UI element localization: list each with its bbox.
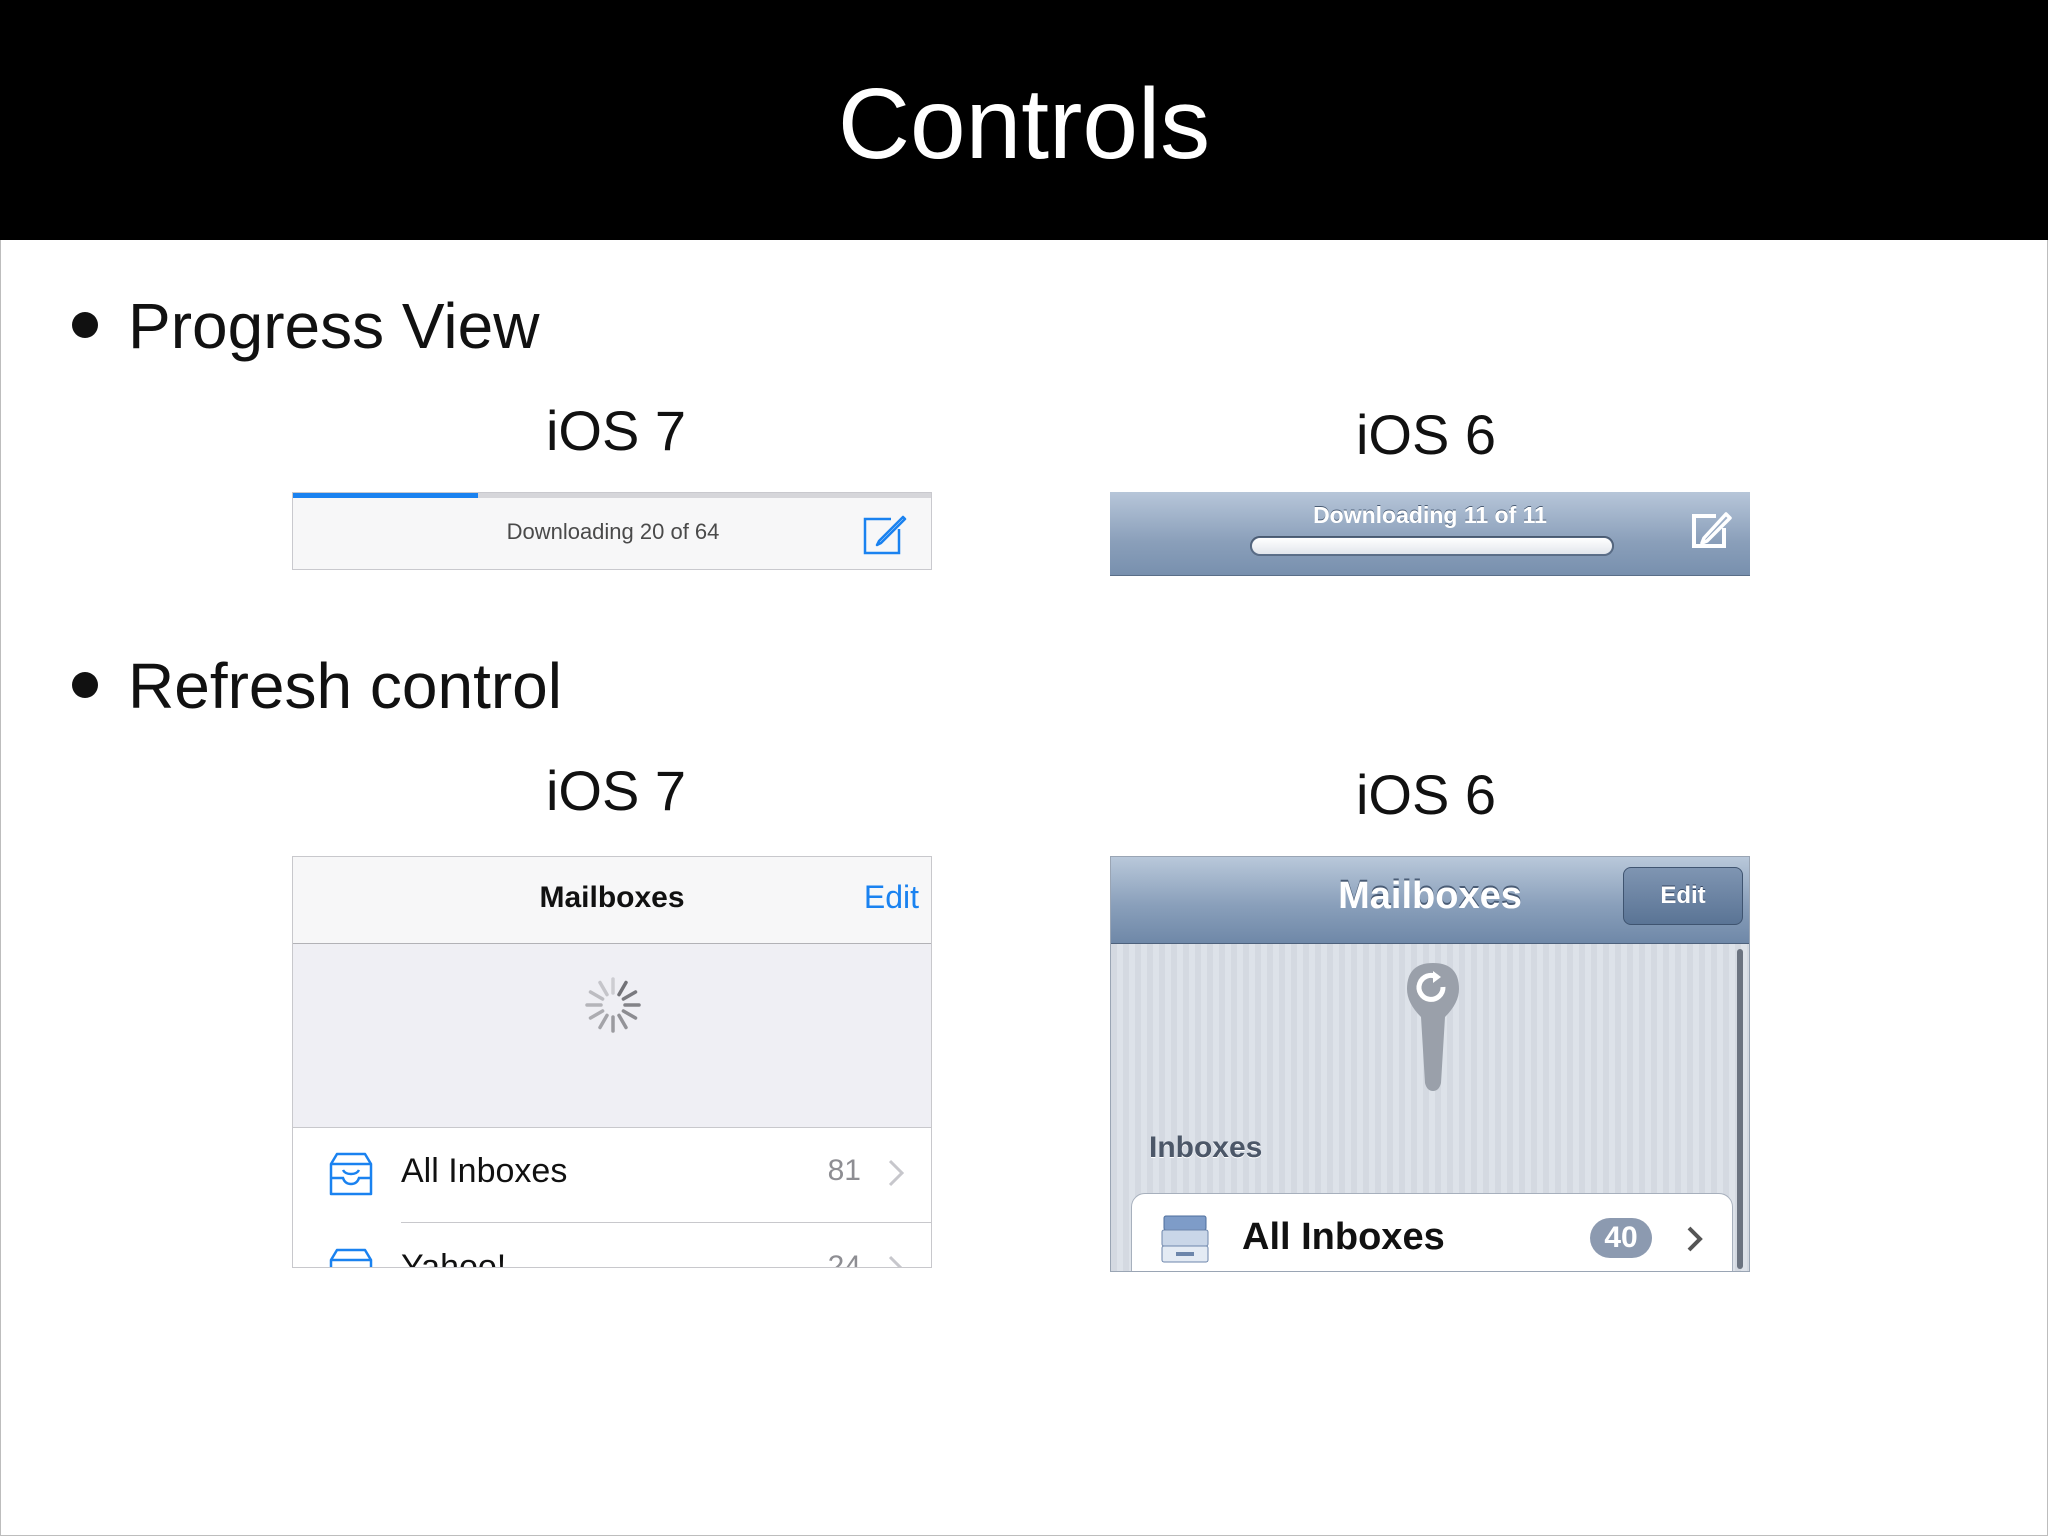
- slide-header: Controls: [0, 0, 2048, 240]
- list-item[interactable]: All Inboxes 81: [293, 1128, 931, 1223]
- section-header: Inboxes: [1149, 1131, 1263, 1164]
- spinner-tick: [588, 1009, 605, 1020]
- spinner-tick: [621, 990, 638, 1001]
- caption-progress-ios6: iOS 6: [1355, 403, 1497, 466]
- caption-refresh-ios7: iOS 7: [545, 759, 687, 822]
- list-item[interactable]: All Inboxes 40: [1131, 1193, 1733, 1271]
- ios6-refresh-screen: Mailboxes Edit Inboxes All Inboxes 40: [1110, 856, 1750, 1272]
- activity-spinner-icon: [585, 977, 641, 1033]
- chevron-right-icon: [1687, 1226, 1703, 1252]
- caption-refresh-ios6: iOS 6: [1355, 763, 1497, 826]
- ios7-progress-toolbar: Downloading 20 of 64: [292, 492, 932, 570]
- slide-title: Controls: [837, 68, 1211, 180]
- ios7-edit-button[interactable]: Edit: [864, 879, 919, 916]
- mailbox-count: 81: [827, 1154, 861, 1187]
- spinner-tick: [588, 990, 605, 1001]
- chevron-right-icon: [888, 1159, 905, 1187]
- unread-count-badge: 40: [1590, 1218, 1652, 1258]
- spinner-tick: [617, 980, 628, 997]
- ios6-progress-toolbar: Downloading 11 of 11: [1110, 492, 1750, 576]
- mailbox-label: All Inboxes: [401, 1152, 568, 1190]
- caption-progress-ios7: iOS 7: [545, 399, 687, 462]
- spinner-tick: [621, 1009, 638, 1020]
- row-separator: [401, 1222, 931, 1223]
- ios7-refresh-screen: Mailboxes Edit All Inboxes 81 Yahoo! 24: [292, 856, 932, 1268]
- compose-icon[interactable]: [1688, 508, 1736, 552]
- pull-to-refresh-icon: [1407, 963, 1459, 1091]
- ios7-mailbox-list: All Inboxes 81 Yahoo! 24: [293, 1127, 931, 1268]
- bullet-dot: [72, 672, 98, 698]
- inbox-stack-icon: [1161, 1215, 1209, 1263]
- ios6-progress-fill: [1252, 538, 1612, 554]
- list-item[interactable]: Yahoo! 24: [293, 1224, 931, 1268]
- ios7-progress-track: [293, 493, 931, 498]
- bullet-progress-view: Progress View: [128, 290, 540, 362]
- ios6-navigation-bar: Mailboxes Edit: [1111, 857, 1749, 944]
- ios7-navigation-bar: Mailboxes Edit: [293, 857, 931, 944]
- ios6-edit-button[interactable]: Edit: [1623, 867, 1743, 925]
- inbox-tray-icon: [329, 1248, 373, 1267]
- bullet-refresh-control: Refresh control: [128, 650, 562, 722]
- ios7-progress-label: Downloading 20 of 64: [506, 519, 720, 544]
- mailbox-count: 24: [827, 1250, 861, 1268]
- ios7-nav-title: Mailboxes: [539, 881, 685, 914]
- spinner-tick: [598, 1013, 609, 1030]
- ios6-progress-track: [1250, 536, 1614, 556]
- chevron-right-icon: [888, 1255, 903, 1267]
- compose-icon[interactable]: [861, 511, 909, 557]
- mailbox-label: Yahoo!: [401, 1248, 507, 1268]
- inbox-tray-icon: [329, 1152, 373, 1196]
- spinner-tick: [617, 1013, 628, 1030]
- scrollbar[interactable]: [1737, 949, 1743, 1269]
- bullet-dot: [72, 312, 98, 338]
- ios6-progress-label: Downloading 11 of 11: [1313, 502, 1547, 528]
- mailbox-label: All Inboxes: [1242, 1216, 1445, 1258]
- ios7-progress-fill: [293, 493, 479, 498]
- spinner-tick: [598, 980, 609, 997]
